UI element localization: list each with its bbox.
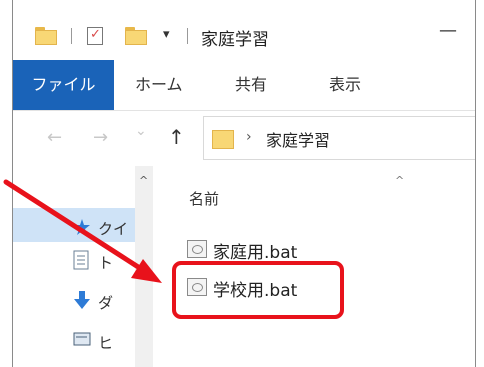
nav-pane-scrollbar[interactable]: ^ <box>135 166 153 367</box>
navigation-pane: ^ クイ ト ダ ヒ <box>13 166 153 367</box>
column-header-name[interactable]: 名前 <box>189 188 219 209</box>
quick-access-dropdown-icon[interactable]: ▾ <box>163 27 170 42</box>
new-folder-icon[interactable] <box>125 27 147 45</box>
batch-file-icon <box>187 240 207 258</box>
minimize-button[interactable]: — <box>439 20 457 41</box>
highlight-box <box>172 261 344 319</box>
nav-item-downloads[interactable]: ダ <box>98 292 113 313</box>
window-title: 家庭学習 <box>201 30 269 50</box>
address-bar[interactable]: › 家庭学習 <box>203 116 475 160</box>
sort-indicator-icon: ^ <box>395 174 405 187</box>
file-item[interactable]: 家庭用.bat <box>187 236 357 263</box>
toolbar-separator <box>71 28 72 44</box>
back-icon[interactable]: ← <box>47 127 62 148</box>
breadcrumb-current[interactable]: 家庭学習 <box>266 127 330 151</box>
title-bar: ✓ ▾ 家庭学習 — <box>13 0 475 60</box>
document-icon <box>73 250 89 270</box>
properties-icon[interactable]: ✓ <box>87 27 103 45</box>
tab-share[interactable]: 共有 <box>235 60 267 110</box>
nav-item-quick-access[interactable]: クイ <box>98 218 128 239</box>
breadcrumb-chevron-icon[interactable]: › <box>246 129 252 145</box>
tab-view[interactable]: 表示 <box>329 60 361 110</box>
tab-file[interactable]: ファイル <box>13 60 114 110</box>
star-icon <box>73 218 90 235</box>
folder-icon[interactable] <box>35 27 57 45</box>
navigation-bar: ← → ⌄ ↑ › 家庭学習 <box>13 111 475 165</box>
tab-home[interactable]: ホーム <box>135 60 183 110</box>
toolbar-separator <box>187 28 188 44</box>
desktop-icon <box>73 332 91 348</box>
up-icon[interactable]: ↑ <box>168 125 185 149</box>
recent-locations-icon[interactable]: ⌄ <box>135 123 147 139</box>
nav-item-desktop[interactable]: ヒ <box>98 332 113 353</box>
file-name[interactable]: 家庭用.bat <box>213 238 297 263</box>
scroll-up-icon[interactable]: ^ <box>139 174 148 187</box>
folder-icon <box>212 127 234 149</box>
ribbon-tabs: ファイル ホーム 共有 表示 <box>13 60 475 111</box>
forward-icon[interactable]: → <box>93 127 108 148</box>
download-icon <box>73 290 90 309</box>
nav-item-documents[interactable]: ト <box>98 252 113 273</box>
